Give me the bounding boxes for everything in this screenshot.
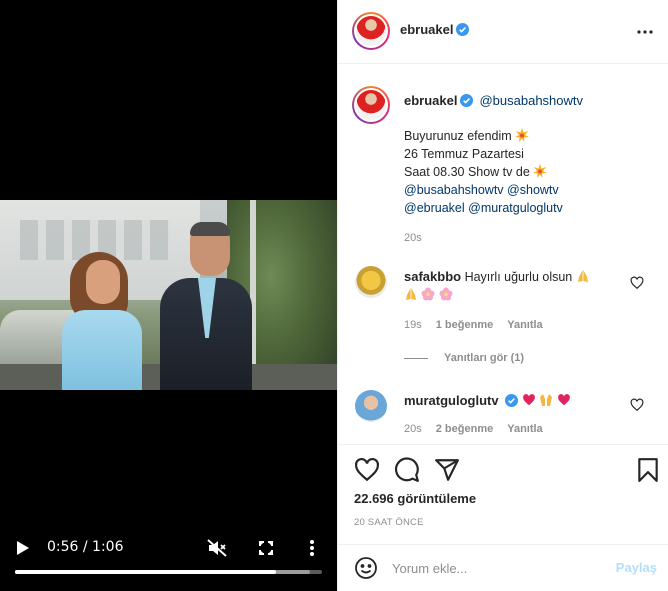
collision-emoji-icon — [515, 128, 530, 142]
caption-header: ebruakel @busabahshowtv — [404, 93, 583, 108]
replies-divider — [404, 357, 428, 359]
comment-text: Hayırlı uğurlu olsun — [464, 270, 573, 284]
collision-emoji-icon — [533, 164, 548, 178]
comment-meta: 19s 1 beğenme Yanıtla — [404, 319, 543, 331]
view-count[interactable]: 22.696 görüntüleme — [354, 491, 476, 506]
comment-likes-count[interactable]: 2 beğenme — [436, 423, 493, 435]
red-heart-emoji-icon — [522, 394, 535, 406]
mention-link[interactable]: @muratguloglutv — [468, 201, 563, 215]
commenter-username[interactable]: safakbbo — [404, 269, 461, 284]
author-name-row: ebruakel — [400, 22, 470, 37]
caption-username[interactable]: ebruakel — [404, 93, 457, 108]
view-replies-button[interactable]: Yanıtları gör (1) — [404, 352, 524, 364]
caption-line: Buyurunuz efendim — [404, 127, 654, 145]
play-button[interactable] — [12, 537, 34, 559]
caption-line-text: Buyurunuz efendim — [404, 129, 512, 143]
video-progress-fill — [15, 570, 276, 574]
caption-timestamp[interactable]: 20s — [404, 232, 422, 244]
red-heart-emoji-icon — [557, 394, 570, 406]
mute-button[interactable] — [205, 536, 229, 560]
blossom-emoji-icon — [421, 287, 435, 301]
commenter-avatar[interactable] — [355, 266, 387, 298]
comment-like-heart-icon[interactable] — [630, 398, 644, 412]
add-comment-bar: Paylaş — [338, 544, 668, 591]
verified-badge-icon — [460, 94, 474, 107]
post-comment-button[interactable]: Paylaş — [616, 560, 657, 575]
commenter-avatar[interactable] — [355, 390, 387, 422]
post-options-button[interactable] — [633, 20, 657, 44]
fullscreen-icon — [259, 541, 273, 555]
share-paper-plane-icon[interactable] — [434, 457, 460, 483]
view-replies-label: Yanıtları gör (1) — [444, 352, 525, 364]
caption-line: 26 Temmuz Pazartesi — [404, 147, 524, 161]
comment-input[interactable] — [392, 554, 592, 582]
muted-speaker-icon — [207, 539, 227, 557]
folded-hands-emoji-icon — [406, 288, 416, 300]
mention-link[interactable]: @showtv — [507, 183, 559, 197]
mention-link[interactable]: @busabahshowtv — [404, 183, 504, 197]
video-progress-bar[interactable] — [15, 570, 322, 574]
caption-mention-link[interactable]: @busabahshowtv — [479, 93, 583, 108]
comment: safakbbo Hayırlı uğurlu olsun — [404, 268, 619, 304]
emoji-picker-icon[interactable] — [354, 556, 378, 580]
author-avatar[interactable] — [352, 12, 390, 50]
verified-badge-icon — [456, 23, 470, 36]
reply-button[interactable]: Yanıtla — [507, 423, 542, 435]
blossom-emoji-icon — [439, 287, 453, 301]
comment-meta: 20s 2 beğenme Yanıtla — [404, 423, 543, 435]
play-icon — [17, 541, 29, 555]
post-sidebar: ebruakel ebruakel @busabahshowtv Buyurun… — [337, 0, 668, 591]
comment-timestamp[interactable]: 20s — [404, 423, 422, 435]
more-options-icon — [637, 30, 653, 34]
caption-author-avatar[interactable] — [352, 86, 390, 124]
comment-like-heart-icon[interactable] — [630, 276, 644, 290]
vertical-dots-icon — [310, 540, 314, 556]
reply-button[interactable]: Yanıtla — [507, 319, 542, 331]
caption-text: Buyurunuz efendim 26 Temmuz Pazartesi Sa… — [404, 127, 654, 217]
caption-line: @busabahshowtv @showtv — [404, 181, 654, 199]
folded-hands-emoji-icon — [577, 270, 588, 282]
video-controls: 0:56 / 1:06 — [0, 530, 337, 580]
caption-line: @ebruakel @muratguloglutv — [404, 199, 654, 217]
mention-link[interactable]: @ebruakel — [404, 201, 465, 215]
video-player[interactable]: 0:56 / 1:06 — [0, 0, 337, 591]
post-timestamp[interactable]: 20 SAAT ÖNCE — [354, 517, 424, 528]
like-heart-icon[interactable] — [354, 457, 380, 483]
raising-hands-emoji-icon — [540, 394, 553, 406]
post-dialog: 0:56 / 1:06 ebruakel ebruakel @busabahsh… — [0, 0, 668, 591]
fullscreen-button[interactable] — [254, 536, 278, 560]
video-more-button[interactable] — [302, 536, 322, 560]
comment-timestamp[interactable]: 19s — [404, 319, 422, 331]
post-header: ebruakel — [338, 0, 668, 64]
comment-bubble-icon[interactable] — [394, 457, 420, 483]
video-frame[interactable] — [0, 200, 337, 390]
verified-badge-icon — [505, 394, 519, 407]
caption-line: Saat 08.30 Show tv de — [404, 163, 654, 181]
comment-likes-count[interactable]: 1 beğenme — [436, 319, 493, 331]
video-person-man — [160, 222, 252, 390]
caption-line-text: Saat 08.30 Show tv de — [404, 165, 530, 179]
commenter-username[interactable]: muratguloglutv — [404, 393, 499, 408]
video-time: 0:56 / 1:06 — [47, 539, 124, 555]
comment: muratguloglutv — [404, 392, 619, 410]
bookmark-icon[interactable] — [635, 457, 661, 483]
video-person-woman — [62, 252, 142, 390]
author-username[interactable]: ebruakel — [400, 22, 453, 37]
